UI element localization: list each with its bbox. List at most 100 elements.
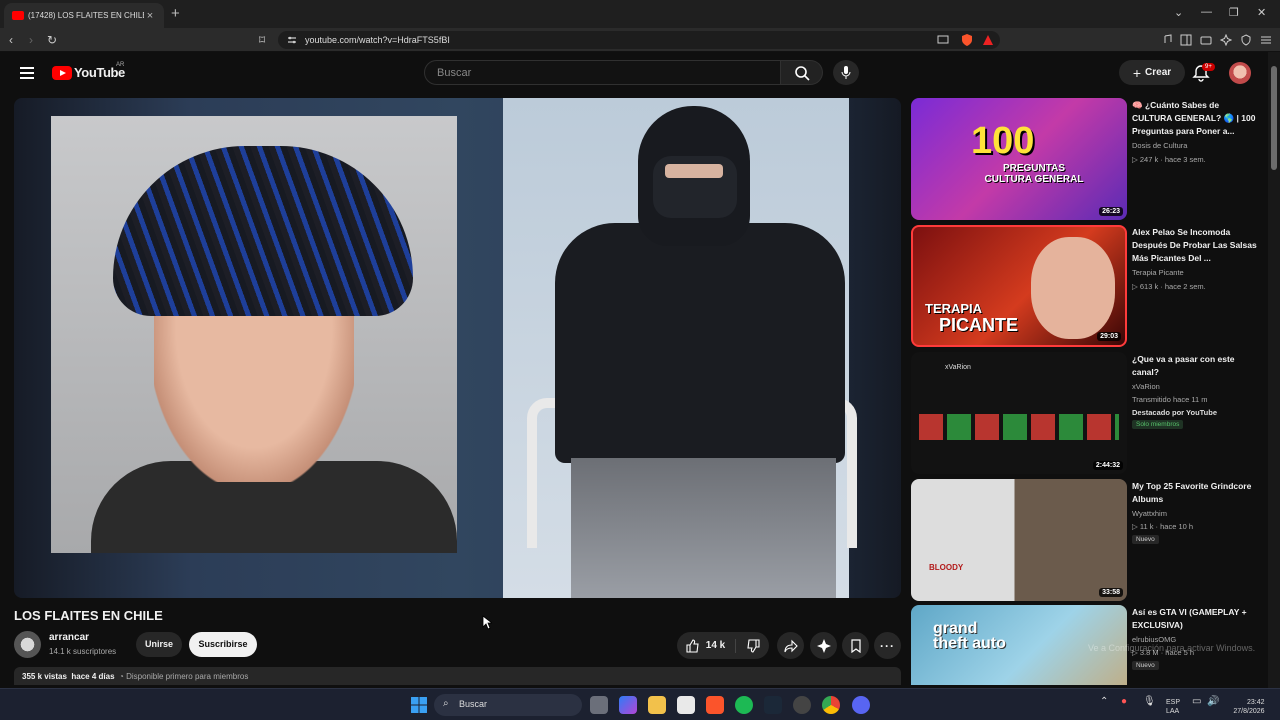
media-icon[interactable] bbox=[1161, 34, 1173, 46]
bookmark-icon[interactable]: ⌑ bbox=[259, 34, 265, 46]
video-title[interactable]: Alex Pelao Se Incomoda Después De Probar… bbox=[1132, 226, 1258, 265]
video-title[interactable]: 🧠 ¿Cuánto Sabes de CULTURA GENERAL? 🌎 | … bbox=[1132, 99, 1258, 138]
browser-tab[interactable]: (17428) LOS FLAITES EN CHILE × bbox=[4, 3, 164, 28]
wallet-icon[interactable] bbox=[1200, 34, 1212, 46]
save-button[interactable] bbox=[842, 632, 869, 659]
tab-search-chevron-icon[interactable]: ⌄ bbox=[1174, 6, 1183, 19]
minimize-icon[interactable]: — bbox=[1201, 6, 1212, 18]
recommended-video[interactable]: BLOODY 33:58 My Top 25 Favorite Grindcor… bbox=[911, 479, 1261, 601]
members-note: Disponible primero para miembros bbox=[126, 672, 249, 681]
language-indicator[interactable]: ESP LAA bbox=[1166, 698, 1180, 716]
settings-gear-icon[interactable] bbox=[793, 696, 811, 714]
youtube-logo[interactable]: YouTube AR bbox=[52, 62, 125, 80]
account-avatar[interactable] bbox=[1229, 62, 1251, 84]
copilot-icon[interactable] bbox=[619, 696, 637, 714]
sidebar-icon[interactable] bbox=[1180, 34, 1192, 46]
mouse-cursor-icon bbox=[482, 615, 492, 630]
video-duration: 29:03 bbox=[1097, 332, 1121, 341]
reload-icon[interactable]: ↻ bbox=[47, 34, 57, 46]
vpn-icon[interactable] bbox=[1240, 34, 1252, 46]
chrome-icon[interactable] bbox=[822, 696, 840, 714]
channel-name[interactable]: Wyattxhim bbox=[1132, 509, 1167, 518]
scrollbar-thumb[interactable] bbox=[1271, 66, 1277, 170]
ask-ai-button[interactable] bbox=[810, 632, 837, 659]
close-tab-icon[interactable]: × bbox=[144, 10, 156, 22]
tray-app-icon[interactable]: ● bbox=[1121, 697, 1127, 707]
page-scrollbar[interactable] bbox=[1268, 52, 1280, 688]
video-player[interactable] bbox=[14, 98, 901, 598]
channel-name[interactable]: Dosis de Cultura bbox=[1132, 141, 1187, 150]
windows-start-icon[interactable] bbox=[410, 696, 428, 714]
recommended-video[interactable]: 100 PREGUNTAS CULTURA GENERAL 26:23 🧠 ¿C… bbox=[911, 98, 1261, 220]
microsoft-store-icon[interactable] bbox=[677, 696, 695, 714]
forward-icon[interactable]: › bbox=[29, 34, 33, 46]
dislike-button[interactable] bbox=[736, 638, 760, 653]
recommended-video[interactable]: xVaRion 2:44:32 ¿Que va a pasar con este… bbox=[911, 352, 1261, 474]
subscriber-count: 14.1 k suscriptores bbox=[49, 647, 117, 656]
new-badge: Nuevo bbox=[1132, 535, 1159, 544]
video-thumbnail[interactable]: TERAPIA PICANTE 29:03 bbox=[911, 225, 1127, 347]
channel-name[interactable]: xVaRion bbox=[1132, 382, 1160, 391]
discord-icon[interactable] bbox=[852, 696, 870, 714]
video-meta: ▷ 11 k · hace 10 h bbox=[1132, 522, 1194, 531]
leo-ai-icon[interactable] bbox=[1220, 34, 1232, 46]
search-button[interactable] bbox=[781, 60, 823, 85]
create-button[interactable]: + Crear bbox=[1119, 60, 1185, 85]
channel-name[interactable]: arrancar bbox=[49, 632, 89, 643]
members-only-badge: Solo miembros bbox=[1132, 420, 1184, 429]
cast-icon[interactable] bbox=[937, 34, 949, 46]
clock[interactable]: 23:42 27/8/2026 bbox=[1229, 698, 1264, 716]
close-window-icon[interactable]: ✕ bbox=[1257, 6, 1266, 19]
video-duration: 26:23 bbox=[1099, 207, 1123, 216]
file-explorer-icon[interactable] bbox=[648, 696, 666, 714]
thumbnail-text: 100 bbox=[971, 120, 1035, 162]
view-count: 355 k vistas bbox=[22, 672, 67, 681]
channel-avatar[interactable] bbox=[14, 631, 41, 658]
more-actions-button[interactable]: ··· bbox=[874, 632, 901, 659]
browser-tab-bar: (17428) LOS FLAITES EN CHILE × + ⌄ — ❐ ✕ bbox=[0, 0, 1280, 28]
guide-menu-icon[interactable] bbox=[20, 67, 34, 79]
volume-icon[interactable]: 🔊 bbox=[1207, 697, 1219, 707]
tray-overflow-icon[interactable]: ⌃ bbox=[1100, 697, 1108, 707]
taskbar-search-icon: ⌕ bbox=[443, 698, 449, 709]
video-thumbnail[interactable]: BLOODY 33:58 bbox=[911, 479, 1127, 601]
join-button[interactable]: Unirse bbox=[136, 632, 182, 657]
site-settings-icon[interactable] bbox=[286, 34, 298, 46]
video-thumbnail[interactable]: xVaRion 2:44:32 bbox=[911, 352, 1127, 474]
menu-icon[interactable] bbox=[1260, 34, 1272, 46]
taskbar-search[interactable]: ⌕ Buscar bbox=[434, 694, 582, 716]
language-code: ESP bbox=[1166, 699, 1181, 706]
thumbnail-text: grand theft auto bbox=[933, 620, 1006, 652]
like-button[interactable]: 14 k bbox=[686, 638, 737, 653]
new-tab-button[interactable]: + bbox=[171, 5, 180, 22]
taskbar-search-label: Buscar bbox=[459, 699, 488, 709]
thumbnail-video-grid bbox=[919, 414, 1119, 440]
voice-search-button[interactable] bbox=[833, 60, 859, 85]
steam-icon[interactable] bbox=[764, 696, 782, 714]
tray-mic-icon[interactable]: 🎙 bbox=[1143, 697, 1156, 707]
video-title: LOS FLAITES EN CHILE bbox=[14, 608, 163, 623]
brave-rewards-icon[interactable] bbox=[982, 34, 994, 46]
video-meta: ▷ 247 k · hace 3 sem. bbox=[1132, 155, 1206, 164]
subscribe-button[interactable]: Suscribirse bbox=[189, 632, 257, 657]
brave-shield-icon[interactable] bbox=[961, 34, 973, 46]
search-input[interactable]: Buscar bbox=[424, 60, 781, 85]
video-title[interactable]: My Top 25 Favorite Grindcore Albums bbox=[1132, 480, 1258, 506]
spotify-icon[interactable] bbox=[735, 696, 753, 714]
url-field[interactable]: youtube.com/watch?v=HdraFTS5fBI bbox=[278, 31, 1000, 49]
video-title[interactable]: ¿Que va a pasar con este canal? bbox=[1132, 353, 1258, 379]
channel-name[interactable]: Terapia Picante bbox=[1132, 268, 1184, 277]
maximize-icon[interactable]: ❐ bbox=[1229, 6, 1239, 19]
video-meta: Transmitido hace 11 m bbox=[1132, 395, 1208, 404]
sparkle-icon bbox=[816, 638, 831, 653]
description-box[interactable]: 355 k vistas hace 4 días ◔ Disponible pr… bbox=[14, 667, 901, 685]
video-title[interactable]: Así es GTA VI (GAMEPLAY + EXCLUSIVA) bbox=[1132, 606, 1258, 632]
video-thumbnail[interactable]: 100 PREGUNTAS CULTURA GENERAL 26:23 bbox=[911, 98, 1127, 220]
task-view-icon[interactable] bbox=[590, 696, 608, 714]
share-button[interactable] bbox=[777, 632, 804, 659]
back-icon[interactable]: ‹ bbox=[9, 34, 13, 46]
network-icon[interactable]: ▭ bbox=[1192, 697, 1201, 707]
recommended-video[interactable]: TERAPIA PICANTE 29:03 Alex Pelao Se Inco… bbox=[911, 225, 1261, 347]
brave-browser-icon[interactable] bbox=[706, 696, 724, 714]
video-frame-left bbox=[51, 116, 457, 553]
